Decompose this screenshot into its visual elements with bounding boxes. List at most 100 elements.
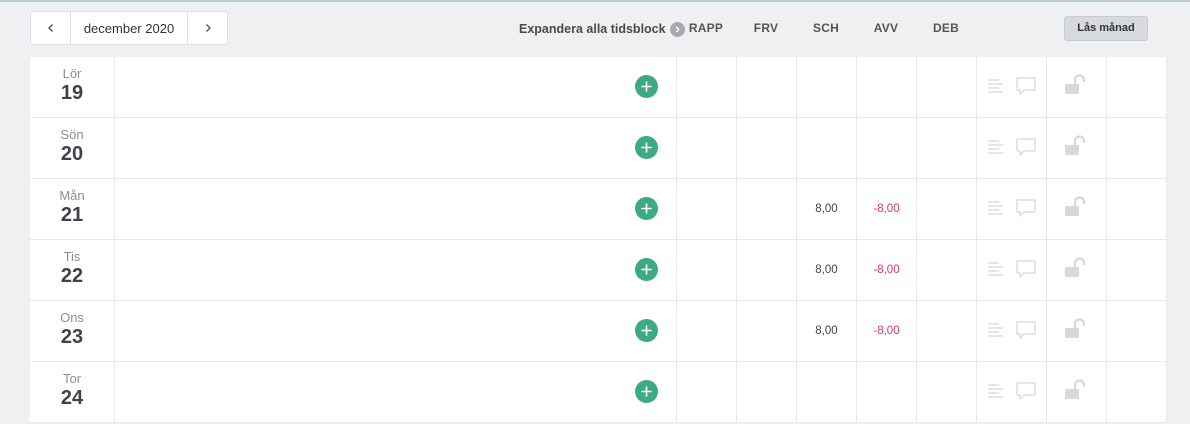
timeblock-area[interactable]	[115, 179, 677, 240]
day-cell: Tor 24	[30, 362, 115, 423]
frv-value	[737, 362, 797, 423]
frv-value	[737, 301, 797, 362]
comment-bubble-icon[interactable]	[1015, 198, 1037, 218]
row-actions	[977, 118, 1047, 179]
day-number: 22	[60, 265, 84, 287]
avv-value	[857, 57, 917, 118]
day-row: Mån 21 8,00 -8,00	[30, 179, 1167, 240]
avv-value: -8,00	[857, 301, 917, 362]
day-number: 24	[60, 387, 84, 409]
day-row: Lör 19	[30, 57, 1167, 118]
timeblock-area[interactable]	[115, 57, 677, 118]
plus-icon	[641, 203, 652, 214]
day-number: 21	[60, 204, 84, 226]
row-lock-cell	[1047, 240, 1107, 301]
lines-icon[interactable]	[987, 382, 1005, 400]
weekday-name: Tis	[63, 249, 81, 264]
comment-bubble-icon[interactable]	[1015, 137, 1037, 157]
lock-month-button[interactable]: Lås månad	[1064, 16, 1148, 41]
expand-all-label: Expandera alla tidsblock	[519, 22, 666, 36]
deb-value	[917, 118, 977, 179]
comment-bubble-icon[interactable]	[1015, 381, 1037, 401]
day-number: 19	[60, 82, 84, 104]
day-cell: Sön 20	[30, 118, 115, 179]
lines-icon[interactable]	[987, 138, 1005, 156]
sch-value	[797, 57, 857, 118]
row-lock-cell	[1047, 118, 1107, 179]
timeblock-area[interactable]	[115, 301, 677, 362]
sch-value	[797, 118, 857, 179]
day-grid: Lör 19 Sön 20 Mån 21 8,00 -8,00 Tis 22 8…	[30, 57, 1167, 423]
month-navigator: december 2020	[30, 11, 228, 45]
row-end-cell	[1107, 362, 1167, 423]
row-actions	[977, 362, 1047, 423]
deb-value	[917, 362, 977, 423]
column-header-frv: FRV	[753, 21, 779, 35]
lines-icon[interactable]	[987, 260, 1005, 278]
avv-value	[857, 362, 917, 423]
unlocked-padlock-icon[interactable]	[1064, 74, 1088, 96]
lines-icon[interactable]	[987, 321, 1005, 339]
unlocked-padlock-icon[interactable]	[1064, 135, 1088, 157]
avv-value: -8,00	[857, 240, 917, 301]
row-actions	[977, 179, 1047, 240]
comment-bubble-icon[interactable]	[1015, 320, 1037, 340]
add-timeblock-button[interactable]	[635, 319, 658, 342]
expand-all-timeblocks-button[interactable]: Expandera alla tidsblock	[519, 20, 685, 38]
unlocked-padlock-icon[interactable]	[1064, 318, 1088, 340]
add-timeblock-button[interactable]	[635, 75, 658, 98]
sch-value: 8,00	[797, 179, 857, 240]
plus-icon	[641, 142, 652, 153]
deb-value	[917, 301, 977, 362]
unlocked-padlock-icon[interactable]	[1064, 196, 1088, 218]
day-cell: Lör 19	[30, 57, 115, 118]
previous-month-button[interactable]	[31, 12, 71, 44]
column-header-rapp: RAPP	[688, 21, 724, 35]
timeblock-area[interactable]	[115, 118, 677, 179]
current-month-label[interactable]: december 2020	[71, 12, 187, 44]
sch-value: 8,00	[797, 240, 857, 301]
frv-value	[737, 118, 797, 179]
column-header-deb: DEB	[933, 21, 959, 35]
comment-bubble-icon[interactable]	[1015, 76, 1037, 96]
add-timeblock-button[interactable]	[635, 197, 658, 220]
frv-value	[737, 57, 797, 118]
weekday-name: Mån	[59, 188, 85, 203]
timeblock-area[interactable]	[115, 240, 677, 301]
add-timeblock-button[interactable]	[635, 258, 658, 281]
day-row: Tor 24	[30, 362, 1167, 423]
weekday-name: Lör	[62, 66, 82, 81]
chevron-left-icon	[47, 24, 53, 32]
timeblock-area[interactable]	[115, 362, 677, 423]
weekday-name: Ons	[60, 310, 84, 325]
next-month-button[interactable]	[187, 12, 227, 44]
rapp-value	[677, 57, 737, 118]
sch-value: 8,00	[797, 301, 857, 362]
column-header-avv: AVV	[873, 21, 899, 35]
row-lock-cell	[1047, 57, 1107, 118]
frv-value	[737, 179, 797, 240]
row-lock-cell	[1047, 362, 1107, 423]
rapp-value	[677, 301, 737, 362]
comment-bubble-icon[interactable]	[1015, 259, 1037, 279]
unlocked-padlock-icon[interactable]	[1064, 379, 1088, 401]
day-cell: Ons 23	[30, 301, 115, 362]
lines-icon[interactable]	[987, 77, 1005, 95]
day-cell: Tis 22	[30, 240, 115, 301]
rapp-value	[677, 179, 737, 240]
avv-value	[857, 118, 917, 179]
add-timeblock-button[interactable]	[635, 380, 658, 403]
avv-value: -8,00	[857, 179, 917, 240]
weekday-name: Sön	[60, 127, 84, 142]
lines-icon[interactable]	[987, 199, 1005, 217]
deb-value	[917, 57, 977, 118]
row-actions	[977, 301, 1047, 362]
unlocked-padlock-icon[interactable]	[1064, 257, 1088, 279]
weekday-name: Tor	[62, 371, 82, 386]
row-end-cell	[1107, 240, 1167, 301]
add-timeblock-button[interactable]	[635, 136, 658, 159]
row-lock-cell	[1047, 179, 1107, 240]
plus-icon	[641, 81, 652, 92]
day-row: Sön 20	[30, 118, 1167, 179]
rapp-value	[677, 240, 737, 301]
